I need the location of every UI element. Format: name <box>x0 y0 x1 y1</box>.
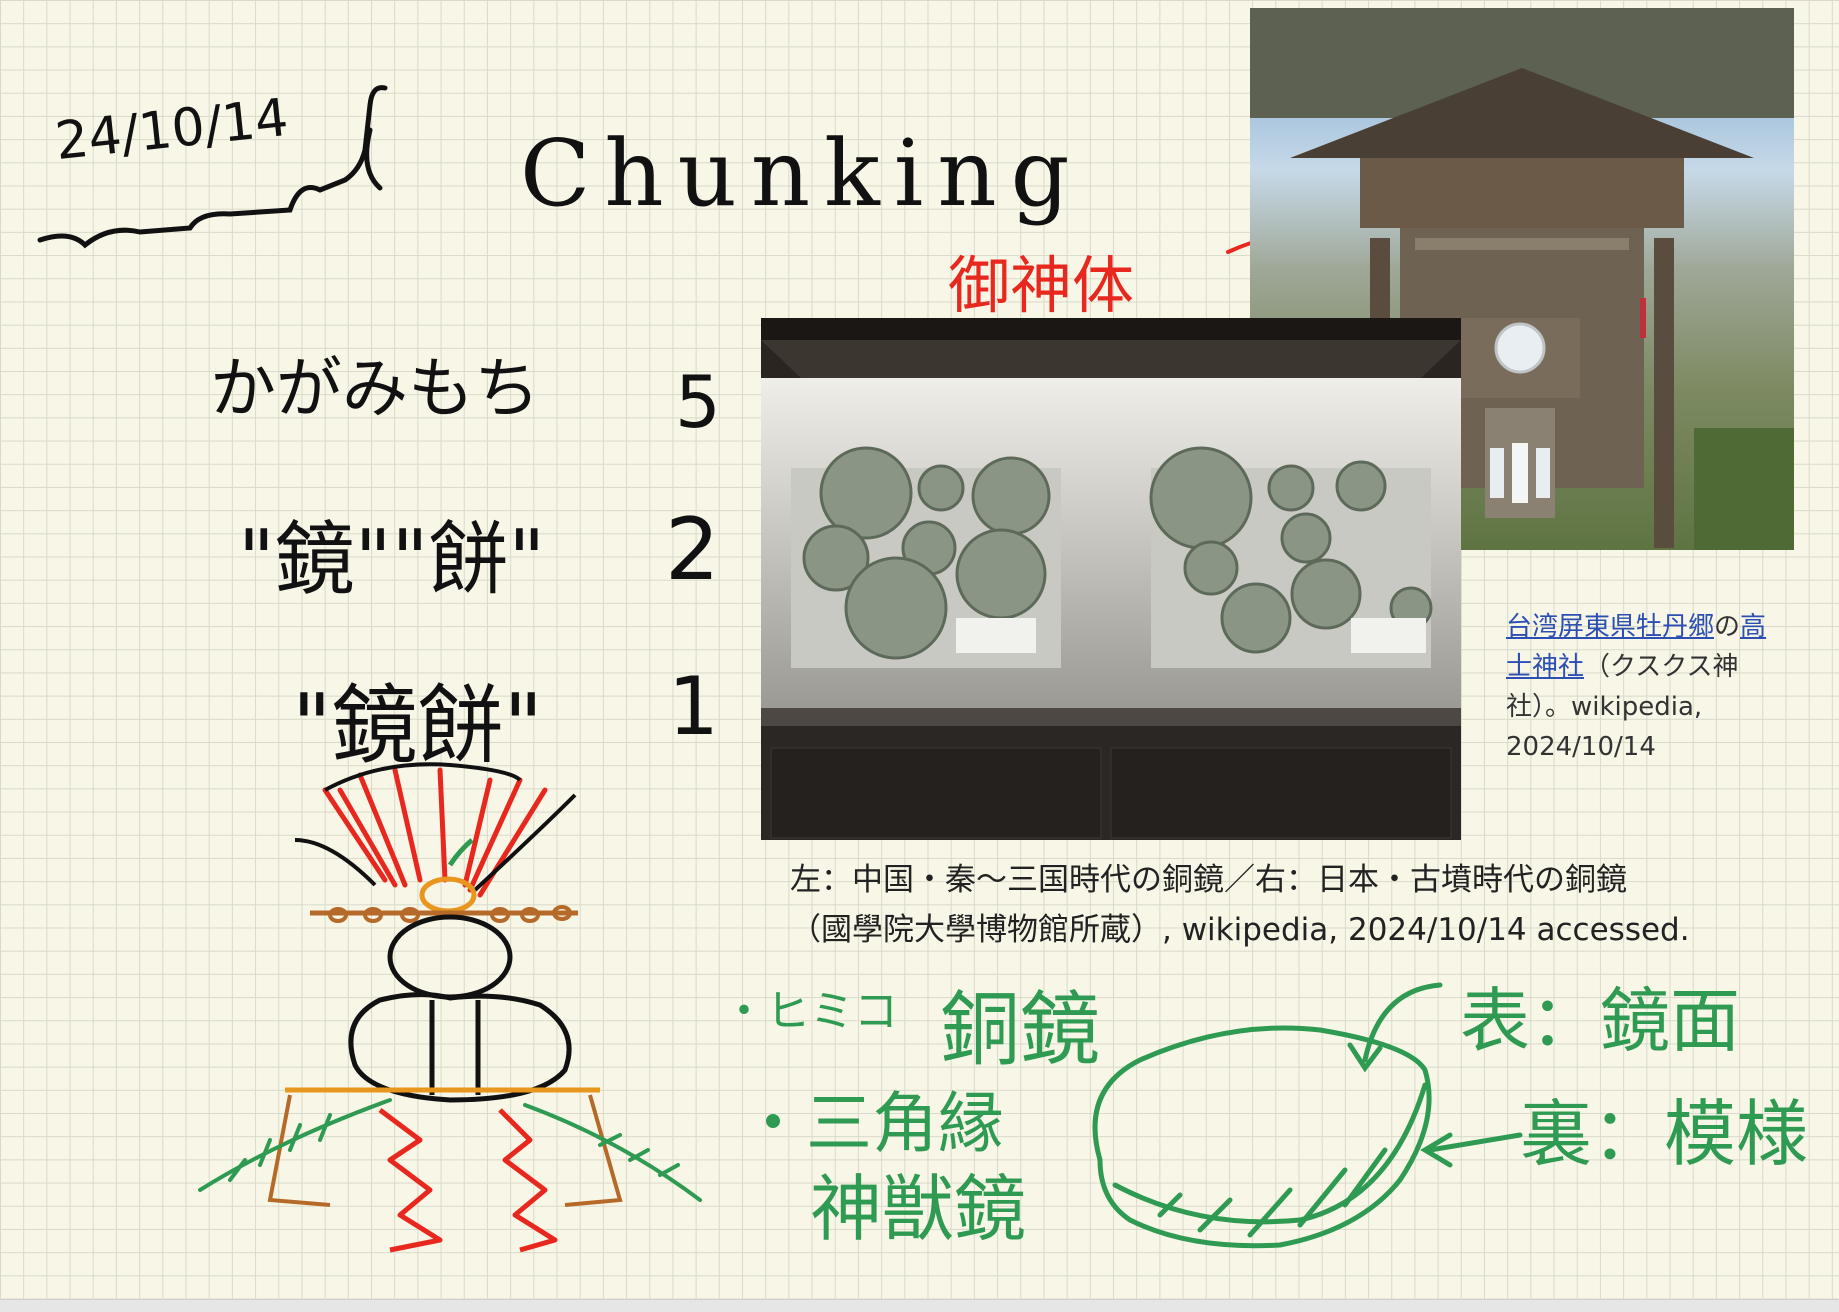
shrine-caption-line2: （クスクス神 <box>1584 652 1739 682</box>
shinjukyo-note: 神獣鏡 <box>810 1167 1027 1251</box>
row-kagamimochi-kanji-text: "鏡餅" <box>292 676 544 776</box>
shrine-caption-no: の <box>1714 612 1741 642</box>
link-kushikusu-shrine-part1[interactable]: 高 <box>1740 612 1766 642</box>
shrine-caption-date: 2024/10/14 <box>1506 732 1656 762</box>
mirrors-caption-line2: （國學院大學博物館所蔵）, wikipedia, 2024/10/14 acce… <box>790 912 1690 948</box>
shrine-caption: 台湾屏東県牡丹郷の高 士神社（クスクス神 社）。wikipedia, 2024/… <box>1506 607 1791 767</box>
row-kagami-mochi-split-text: "鏡""餅" <box>238 513 546 606</box>
bronze-mirrors-photo <box>761 318 1461 840</box>
row-kagamimochi-text: かがみもち <box>210 350 540 427</box>
omote-note: 表：鏡面 <box>1460 980 1740 1062</box>
ura-note: 裏：模様 <box>1520 1092 1809 1176</box>
row-kagamimochi-count: 5 <box>675 360 721 444</box>
mirrors-caption: 左：中国・秦〜三国時代の銅鏡／右：日本・古墳時代の銅鏡 （國學院大學博物館所蔵）… <box>790 855 1690 955</box>
goshintai-label: 御神体 <box>948 249 1135 322</box>
bottom-scroll-bar[interactable] <box>0 1299 1839 1312</box>
row-kagamimochi-kanji-count: 1 <box>668 660 719 753</box>
link-botan-township[interactable]: 台湾屏東県牡丹郷 <box>1506 612 1714 642</box>
himiko-note: ・ヒミコ <box>722 986 898 1037</box>
shrine-caption-line3: 社）。wikipedia, <box>1506 692 1703 722</box>
link-kushikusu-shrine-part2[interactable]: 士神社 <box>1506 652 1584 682</box>
dokyo-note: 銅鏡 <box>940 983 1100 1076</box>
row-kagami-mochi-split-count: 2 <box>665 500 720 600</box>
page-title: Chunking <box>520 120 1084 227</box>
mirrors-caption-line1: 左：中国・秦〜三国時代の銅鏡／右：日本・古墳時代の銅鏡 <box>790 862 1627 898</box>
